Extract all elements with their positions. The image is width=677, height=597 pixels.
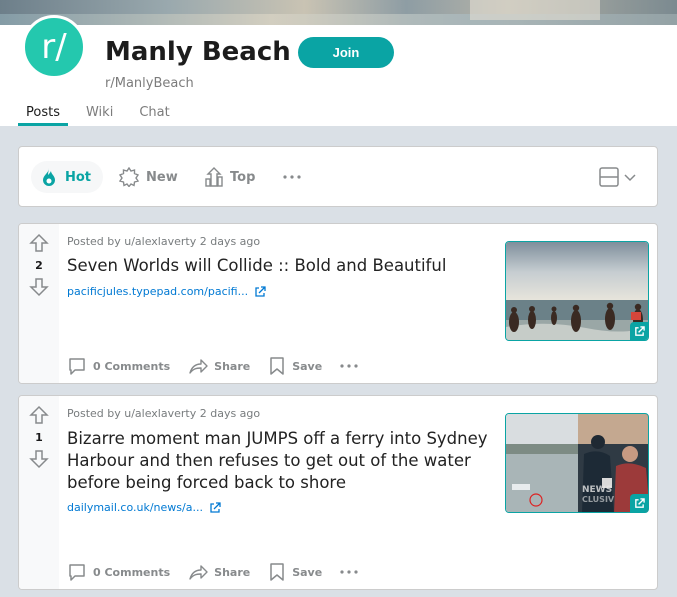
share-button[interactable]: Share: [188, 354, 250, 378]
avatar-text: r/: [41, 27, 67, 67]
post-thumbnail[interactable]: [505, 241, 649, 341]
sort-bar: Hot New Top: [18, 146, 658, 207]
comment-icon: [69, 358, 85, 375]
ferry-news-image: NEWS CLUSIV: [506, 414, 648, 512]
post-card[interactable]: 2 Posted by u/alexlaverty 2 days ago Sev…: [18, 223, 658, 384]
community-title: Manly Beach: [105, 37, 291, 67]
more-dots-icon: [340, 364, 358, 368]
post-more-button[interactable]: [340, 560, 364, 584]
external-link-icon: [634, 497, 645, 508]
post-actions: 0 Comments Share Save: [67, 560, 382, 584]
external-link-icon: [634, 325, 645, 336]
post-card[interactable]: 1 Posted by u/alexlaverty 2 days ago Biz…: [18, 395, 658, 590]
new-burst-icon: [119, 167, 139, 187]
post-actions: 0 Comments Share Save: [67, 354, 382, 378]
post-more-button[interactable]: [340, 354, 364, 378]
share-label: Share: [214, 565, 251, 579]
post-title-line: Bizarre moment man JUMPS off a ferry int…: [67, 429, 488, 448]
sort-top-label: Top: [230, 169, 256, 185]
external-link-badge[interactable]: [630, 322, 648, 340]
community-name: r/ManlyBeach: [105, 76, 194, 91]
share-button[interactable]: Share: [188, 560, 250, 584]
comments-label: 0 Comments: [93, 359, 171, 373]
join-button[interactable]: Join: [298, 37, 394, 68]
tab-chat[interactable]: Chat: [131, 105, 177, 126]
post-link-text[interactable]: dailymail.co.uk/news/a...: [67, 501, 203, 514]
post-link[interactable]: pacificjules.typepad.com/pacifi...: [67, 285, 266, 298]
save-label: Save: [292, 565, 323, 579]
card-layout-icon: [599, 167, 619, 187]
vote-column: 1: [19, 396, 59, 589]
post-thumbnail[interactable]: NEWS CLUSIV: [505, 413, 649, 513]
upvote-arrow-icon[interactable]: [29, 233, 49, 253]
downvote-arrow-icon[interactable]: [29, 277, 49, 297]
share-label: Share: [214, 359, 251, 373]
external-link-icon: [210, 501, 221, 513]
external-link-icon: [255, 285, 266, 297]
community-banner: [0, 0, 677, 25]
vote-score: 1: [35, 431, 43, 444]
tab-posts[interactable]: Posts: [18, 105, 68, 126]
svg-text:NEWS: NEWS: [582, 485, 612, 495]
more-dots-icon: [283, 175, 301, 179]
comment-icon: [69, 564, 85, 581]
share-arrow-icon: [189, 565, 208, 580]
bookmark-icon: [270, 357, 284, 375]
layout-switch-button[interactable]: [599, 167, 637, 187]
post-meta[interactable]: Posted by u/alexlaverty 2 days ago: [67, 235, 260, 248]
downvote-arrow-icon[interactable]: [29, 449, 49, 469]
sort-new-label: New: [146, 169, 178, 185]
post-title-line: before being forced back to shore: [67, 473, 346, 492]
post-meta[interactable]: Posted by u/alexlaverty 2 days ago: [67, 407, 260, 420]
external-link-badge[interactable]: [630, 494, 648, 512]
post-title-line: Harbour and then refuses to get out of t…: [67, 451, 471, 470]
share-arrow-icon: [189, 359, 208, 374]
post-link-text[interactable]: pacificjules.typepad.com/pacifi...: [67, 285, 248, 298]
beach-swimmers-image: [506, 242, 648, 340]
save-button[interactable]: Save: [268, 354, 322, 378]
community-header: r/ Manly Beach Join r/ManlyBeach Posts W…: [0, 15, 677, 126]
vote-column: 2: [19, 224, 59, 383]
more-dots-icon: [340, 570, 358, 574]
comments-button[interactable]: 0 Comments: [67, 354, 170, 378]
sort-top-button[interactable]: Top: [205, 161, 255, 193]
community-avatar: r/: [22, 15, 86, 79]
chevron-down-icon: [624, 174, 636, 182]
tab-wiki[interactable]: Wiki: [78, 105, 121, 126]
save-button[interactable]: Save: [268, 560, 322, 584]
community-tabs: Posts Wiki Chat: [18, 105, 188, 126]
post-title[interactable]: Seven Worlds will Collide :: Bold and Be…: [67, 255, 446, 277]
top-chart-icon: [205, 167, 223, 187]
save-label: Save: [292, 359, 323, 373]
svg-text:CLUSIV: CLUSIV: [582, 495, 615, 504]
vote-score: 2: [35, 259, 43, 272]
bookmark-icon: [270, 563, 284, 581]
sort-more-button[interactable]: [283, 161, 308, 193]
post-link[interactable]: dailymail.co.uk/news/a...: [67, 501, 221, 514]
flame-icon: [43, 168, 55, 186]
sort-hot-button[interactable]: Hot: [31, 161, 103, 193]
comments-label: 0 Comments: [93, 565, 171, 579]
post-title[interactable]: Bizarre moment man JUMPS off a ferry int…: [67, 428, 488, 494]
sort-new-button[interactable]: New: [119, 161, 178, 193]
comments-button[interactable]: 0 Comments: [67, 560, 170, 584]
sort-hot-label: Hot: [65, 169, 92, 185]
upvote-arrow-icon[interactable]: [29, 405, 49, 425]
